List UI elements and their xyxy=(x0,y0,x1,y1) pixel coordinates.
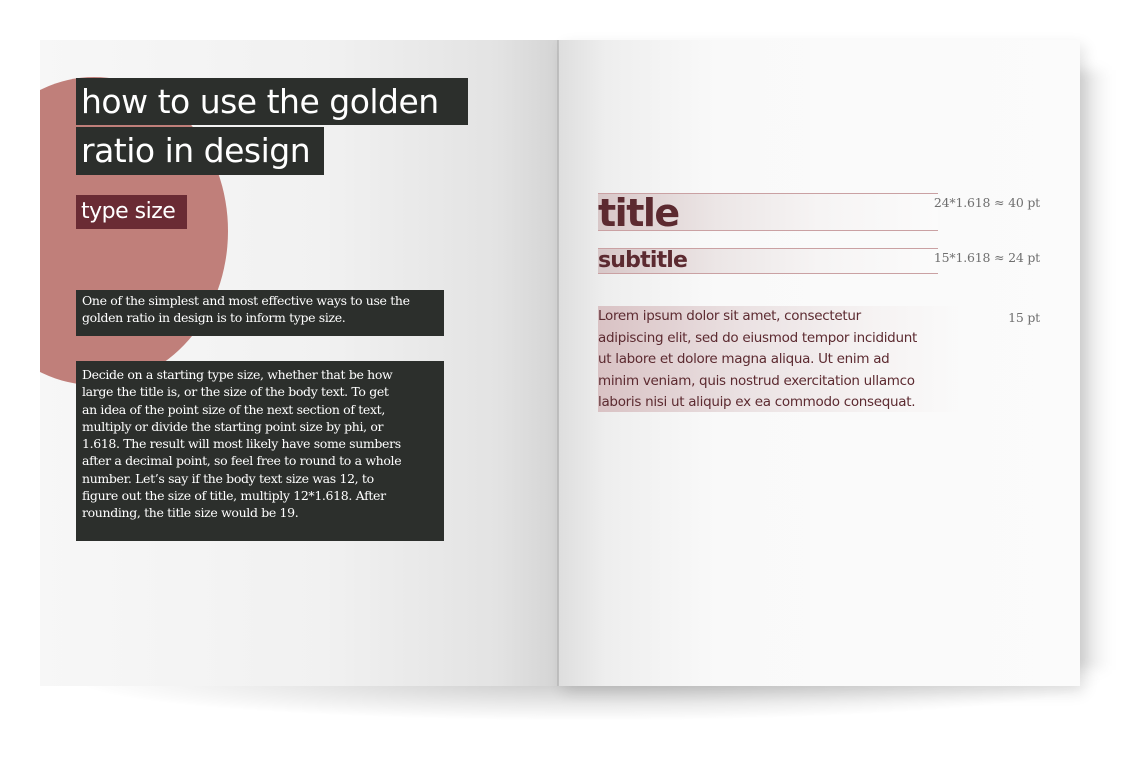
body-sample-text: Lorem ipsum dolor sit amet, consectetur … xyxy=(598,306,917,414)
body-paragraph: Decide on a starting type size, whether … xyxy=(76,361,444,541)
body-sample-line: adipiscing elit, sed do eiusmod tempor i… xyxy=(598,329,917,346)
paragraph-line: 1.618. The result will most likely have … xyxy=(82,436,401,452)
subtitle-size-calc: 15*1.618 ≈ 24 pt xyxy=(933,250,1040,265)
paragraph-line: golden ratio in design is to inform type… xyxy=(82,310,346,326)
paragraph-line: figure out the size of title, multiply 1… xyxy=(82,488,386,504)
section-label: type size xyxy=(76,195,187,229)
page-title-line-2: ratio in design xyxy=(76,127,324,175)
paragraph-line: multiply or divide the starting point si… xyxy=(82,418,384,434)
body-sample-line: Lorem ipsum dolor sit amet, consectetur xyxy=(598,308,861,324)
body-sample-line: laboris nisi ut aliquip ex ea commodo co… xyxy=(598,394,916,410)
page-title-line-1: how to use the golden xyxy=(76,78,468,125)
body-sample-line: ut labore et dolore magna aliqua. Ut eni… xyxy=(598,351,890,367)
paragraph-line: after a decimal point, so feel free to r… xyxy=(82,453,402,469)
paragraph-line: large the title is, or the size of the b… xyxy=(82,384,389,400)
subtitle-sample: subtitle xyxy=(598,248,688,273)
booklet-spread: how to use the golden ratio in design ty… xyxy=(0,0,1130,781)
title-size-calc: 24*1.618 ≈ 40 pt xyxy=(933,195,1040,210)
intro-paragraph: One of the simplest and most effective w… xyxy=(76,290,444,336)
paragraph-line: One of the simplest and most effective w… xyxy=(82,293,410,308)
paragraph-line: an idea of the point size of the next se… xyxy=(82,401,385,417)
body-size-label: 15 pt xyxy=(1008,310,1040,325)
paragraph-line: rounding, the title size would be 19. xyxy=(82,505,299,521)
right-page: title 24*1.618 ≈ 40 pt subtitle 15*1.618… xyxy=(559,40,1080,686)
left-page: how to use the golden ratio in design ty… xyxy=(40,40,559,686)
paragraph-line: Decide on a starting type size, whether … xyxy=(82,367,393,382)
paragraph-line: number. Let’s say if the body text size … xyxy=(82,470,374,486)
body-sample-line: minim veniam, quis nostrud exercitation … xyxy=(598,372,915,389)
title-sample: title xyxy=(598,191,680,235)
